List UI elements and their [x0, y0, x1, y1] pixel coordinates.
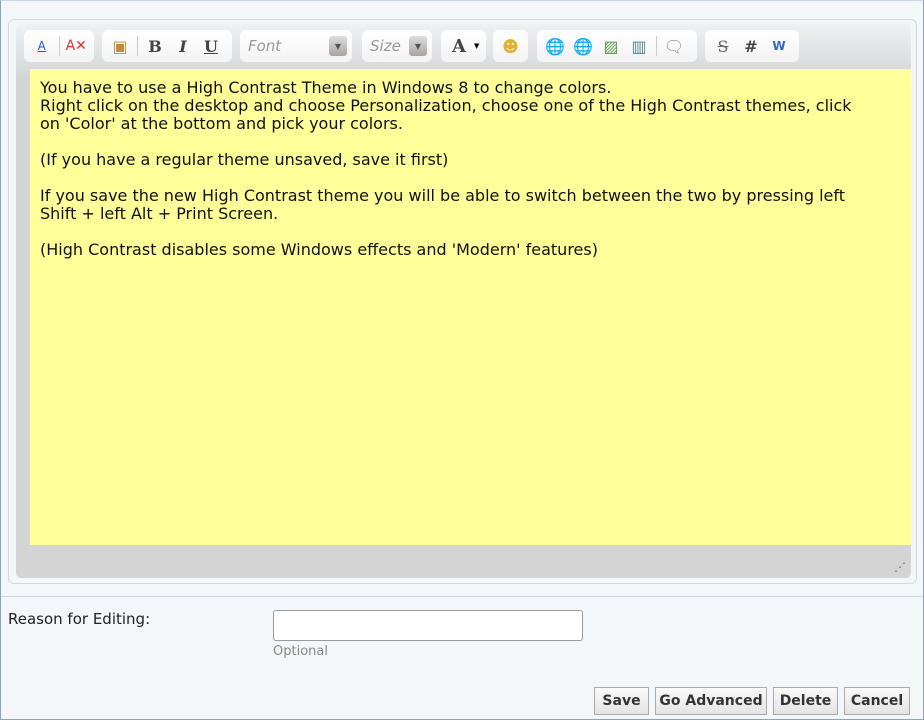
editor-box: A A✕ ▣ B I U Font ▼ Size ▼ A ▼ ☻ 🌐 🌐 ▨ ▥… [8, 19, 917, 584]
insert-image-icon[interactable]: ▨ [598, 34, 624, 58]
size-select[interactable]: Size ▼ [362, 30, 432, 62]
paste-from-word-icon[interactable]: W [766, 34, 792, 58]
toolbar-group-text: ▣ B I U [102, 30, 232, 62]
toolbar-group-insert: 🌐 🌐 ▨ ▥ 🗨 [537, 30, 697, 62]
underline-button[interactable]: U [198, 34, 224, 58]
cancel-button[interactable]: Cancel [844, 687, 910, 715]
separator [656, 36, 657, 56]
go-advanced-button[interactable]: Go Advanced [655, 687, 767, 715]
reason-label: Reason for Editing: [8, 610, 151, 628]
remove-format-icon[interactable]: A✕ [64, 34, 90, 58]
toolbar-group-format: A A✕ [24, 30, 94, 62]
chevron-down-icon[interactable]: ▼ [329, 36, 347, 56]
unlink-icon[interactable]: 🌐 [570, 34, 596, 58]
switch-mode-icon[interactable]: A [29, 34, 55, 58]
message-editor[interactable]: You have to use a High Contrast Theme in… [30, 69, 911, 545]
text-color-button[interactable]: A ▼ [441, 30, 486, 62]
text-color-icon: A [452, 35, 466, 57]
reason-input[interactable] [273, 610, 583, 641]
reason-hint: Optional [273, 644, 328, 659]
font-select-value: Font [248, 37, 282, 55]
quote-icon[interactable]: 🗨 [661, 34, 687, 58]
strikethrough-button[interactable]: S [710, 34, 736, 58]
save-button[interactable]: Save [594, 687, 649, 715]
insert-video-icon[interactable]: ▥ [626, 34, 652, 58]
editor-inner: A A✕ ▣ B I U Font ▼ Size ▼ A ▼ ☻ 🌐 🌐 ▨ ▥… [16, 24, 911, 578]
smiley-icon[interactable]: ☻ [498, 34, 523, 58]
resize-handle-icon[interactable]: ⋰ [894, 560, 906, 574]
separator [137, 36, 138, 56]
caret-down-icon: ▼ [474, 42, 480, 50]
size-select-value: Size [370, 37, 401, 55]
chevron-down-icon[interactable]: ▼ [409, 36, 427, 56]
toolbar-group-misc: S # W [705, 30, 799, 62]
delete-button[interactable]: Delete [773, 687, 838, 715]
italic-button[interactable]: I [170, 34, 196, 58]
toolbar-group-smiley: ☻ [493, 30, 528, 62]
divider [1, 596, 923, 597]
edit-post-panel: A A✕ ▣ B I U Font ▼ Size ▼ A ▼ ☻ 🌐 🌐 ▨ ▥… [0, 0, 924, 720]
bold-button[interactable]: B [142, 34, 168, 58]
font-select[interactable]: Font ▼ [240, 30, 352, 62]
insert-link-icon[interactable]: 🌐 [542, 34, 568, 58]
separator [58, 36, 60, 56]
hash-button[interactable]: # [738, 34, 764, 58]
paste-icon[interactable]: ▣ [107, 34, 133, 58]
